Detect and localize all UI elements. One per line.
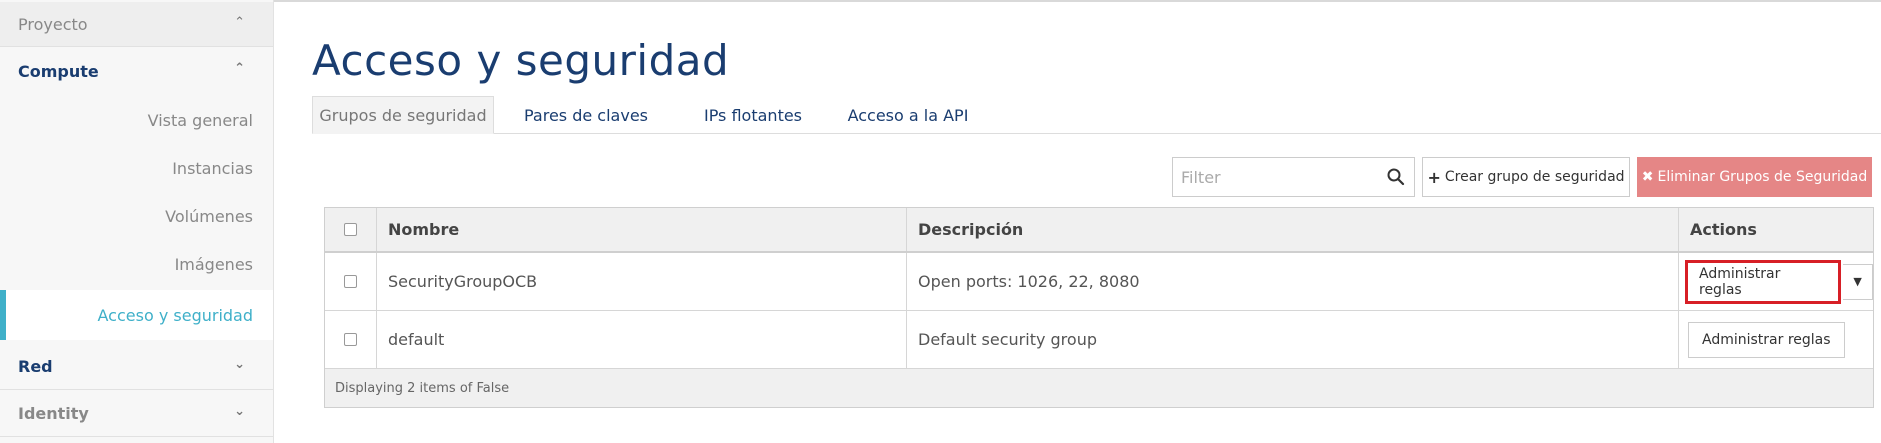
row-checkbox-cell	[325, 311, 377, 368]
sidebar: Proyecto ⌃ Compute ⌃ Vista general Insta…	[0, 0, 274, 443]
filter-input[interactable]	[1173, 167, 1373, 187]
caret-down-icon: ▼	[1853, 275, 1862, 288]
main-content: Acceso y seguridad Grupos de seguridad P…	[274, 0, 1881, 443]
plus-icon: +	[1427, 167, 1441, 187]
sidebar-item-label: Acceso y seguridad	[97, 305, 253, 325]
tab-pares-claves[interactable]: Pares de claves	[494, 96, 678, 134]
delete-security-groups-button[interactable]: ✖ Eliminar Grupos de Seguridad	[1637, 157, 1872, 197]
sidebar-item-instancias[interactable]: Instancias	[0, 144, 273, 192]
tab-label: Acceso a la API	[847, 105, 969, 125]
table-row: SecurityGroupOCB Open ports: 1026, 22, 8…	[325, 253, 1873, 311]
tab-label: IPs flotantes	[703, 105, 803, 125]
manage-rules-label: Administrar reglas	[1702, 331, 1831, 348]
row-actions: Administrar reglas	[1679, 311, 1873, 368]
tab-grupos-seguridad[interactable]: Grupos de seguridad	[312, 96, 494, 134]
create-security-group-button[interactable]: + Crear grupo de seguridad	[1422, 157, 1630, 197]
sidebar-item-label: Instancias	[172, 158, 253, 178]
security-groups-table: Nombre Descripción Actions SecurityGroup…	[324, 207, 1874, 408]
sidebar-section-proyecto[interactable]: Proyecto ⌃	[0, 2, 273, 47]
sidebar-section-red[interactable]: Red ⌄	[0, 344, 273, 390]
chevron-down-icon: ⌄	[234, 404, 245, 419]
create-button-label: Crear grupo de seguridad	[1444, 169, 1625, 185]
manage-rules-label: Administrar reglas	[1699, 265, 1781, 298]
sidebar-section-label: Identity	[18, 404, 89, 423]
sidebar-item-label: Volúmenes	[165, 206, 253, 226]
group-description: Open ports: 1026, 22, 8080	[907, 253, 1679, 310]
column-header-actions: Actions	[1690, 220, 1757, 239]
sidebar-section-label: Proyecto	[18, 14, 88, 34]
sidebar-item-vista-general[interactable]: Vista general	[0, 96, 273, 144]
sidebar-item-volumenes[interactable]: Volúmenes	[0, 192, 273, 240]
tab-label: Grupos de seguridad	[319, 105, 487, 125]
tab-label: Pares de claves	[523, 105, 648, 125]
actions-dropdown-toggle[interactable]: ▼	[1843, 263, 1873, 300]
table-header: Nombre Descripción Actions	[325, 208, 1873, 253]
row-checkbox[interactable]	[344, 275, 357, 288]
tab-ips-flotantes[interactable]: IPs flotantes	[678, 96, 828, 134]
sidebar-section-identity[interactable]: Identity ⌄	[0, 391, 273, 437]
sidebar-item-imagenes[interactable]: Imágenes	[0, 240, 273, 288]
sidebar-item-label: Vista general	[147, 110, 253, 130]
sidebar-section-label: Compute	[18, 61, 99, 81]
filter-box	[1172, 157, 1415, 197]
sidebar-item-acceso-seguridad[interactable]: Acceso y seguridad	[0, 290, 273, 340]
row-checkbox-cell	[325, 253, 377, 310]
delete-button-label: Eliminar Grupos de Seguridad	[1657, 169, 1868, 185]
chevron-up-icon: ⌃	[234, 61, 245, 76]
table-row: default Default security group Administr…	[325, 311, 1873, 369]
row-checkbox[interactable]	[344, 333, 357, 346]
search-icon[interactable]	[1386, 167, 1406, 187]
tab-bar: Grupos de seguridad Pares de claves IPs …	[312, 96, 1881, 134]
column-header-nombre[interactable]: Nombre	[377, 208, 907, 251]
column-header-descripcion[interactable]: Descripción	[907, 208, 1679, 251]
sidebar-section-label: Red	[18, 357, 53, 376]
sidebar-section-compute[interactable]: Compute ⌃	[0, 48, 273, 94]
chevron-down-icon: ⌄	[234, 357, 245, 372]
manage-rules-button[interactable]: Administrar reglas	[1688, 321, 1845, 358]
tab-acceso-api[interactable]: Acceso a la API	[828, 96, 988, 134]
close-icon: ✖	[1641, 169, 1654, 185]
sidebar-item-label: Imágenes	[174, 254, 253, 274]
select-all-checkbox[interactable]	[344, 223, 357, 236]
chevron-up-icon: ⌃	[234, 15, 245, 30]
group-description: Default security group	[907, 311, 1679, 368]
row-actions: Administrar reglas ▼	[1679, 253, 1873, 310]
table-footer: Displaying 2 items of False	[325, 369, 1873, 407]
manage-rules-button[interactable]: Administrar reglas	[1685, 259, 1842, 304]
header-checkbox-cell	[325, 208, 377, 251]
page-title: Acceso y seguridad	[312, 36, 730, 85]
group-name: default	[377, 311, 907, 368]
group-name: SecurityGroupOCB	[377, 253, 907, 310]
